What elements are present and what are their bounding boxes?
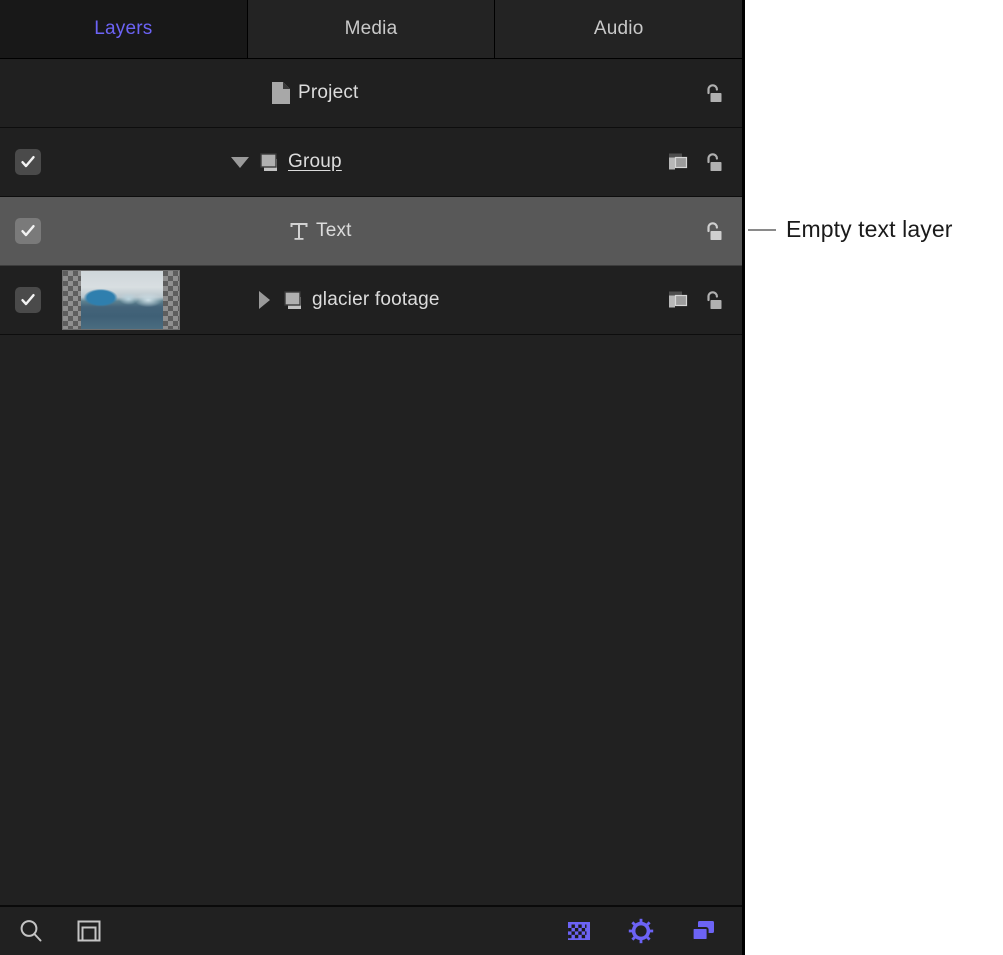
bottom-bar-right-group <box>564 916 726 946</box>
tab-audio[interactable]: Audio <box>495 0 742 58</box>
gear-icon[interactable] <box>626 916 656 946</box>
chevron-down-icon <box>231 157 249 168</box>
layer-name-label[interactable]: glacier footage <box>312 289 440 311</box>
checkerboard-icon[interactable] <box>564 916 594 946</box>
screenshot-root: Layers Media Audio <box>0 0 1003 955</box>
row-actions <box>652 149 742 175</box>
glacier-thumbnail <box>62 270 180 330</box>
annotation-label: Empty text layer <box>776 216 953 243</box>
lock-icon[interactable] <box>700 218 726 244</box>
visibility-cell <box>0 149 56 175</box>
annotation-leader-line <box>748 229 776 231</box>
disclosure-triangle-expanded[interactable] <box>226 157 254 168</box>
group-icon <box>254 150 288 174</box>
chevron-right-icon <box>259 291 270 309</box>
mask-icon[interactable] <box>666 287 692 313</box>
row-actions <box>652 218 742 244</box>
layers-panel: Layers Media Audio <box>0 0 745 955</box>
panel-bottom-bar <box>0 905 742 955</box>
layer-list[interactable]: Project <box>0 59 742 905</box>
visibility-checkbox[interactable] <box>15 218 41 244</box>
panel-tab-bar: Layers Media Audio <box>0 0 742 59</box>
search-icon[interactable] <box>16 916 46 946</box>
thumbnail-image <box>81 271 163 329</box>
mask-icon[interactable] <box>666 149 692 175</box>
tab-layers-label: Layers <box>94 18 152 40</box>
annotation-callout: Empty text layer <box>748 216 953 243</box>
layer-name-label[interactable]: Text <box>316 220 352 242</box>
layer-name-cell: Group <box>56 150 652 174</box>
lock-icon[interactable] <box>700 287 726 313</box>
tab-media[interactable]: Media <box>248 0 496 58</box>
layer-name-cell: Project <box>56 81 652 105</box>
tab-layers[interactable]: Layers <box>0 0 248 58</box>
lock-icon[interactable] <box>700 149 726 175</box>
lock-icon[interactable] <box>700 80 726 106</box>
layer-row-group[interactable]: Group <box>0 128 742 197</box>
bottom-bar-left-group <box>16 916 104 946</box>
visibility-checkbox[interactable] <box>15 149 41 175</box>
mask-icon-spacer <box>666 218 692 244</box>
visibility-checkbox[interactable] <box>15 287 41 313</box>
row-actions <box>652 287 742 313</box>
tab-audio-label: Audio <box>594 18 644 40</box>
text-t-icon <box>282 219 316 243</box>
layer-name-label[interactable]: Group <box>288 151 342 173</box>
visibility-cell <box>0 287 56 313</box>
layer-row-glacier-footage[interactable]: glacier footage <box>0 266 742 335</box>
layer-name-label: Project <box>298 82 359 104</box>
mask-icon-spacer <box>666 80 692 106</box>
layer-name-cell: glacier footage <box>180 288 652 312</box>
layout-icon[interactable] <box>74 916 104 946</box>
tab-media-label: Media <box>345 18 398 40</box>
thumbnail-cell <box>56 270 180 330</box>
group-icon <box>278 288 312 312</box>
document-icon <box>264 81 298 105</box>
layer-row-text[interactable]: Text <box>0 197 742 266</box>
layer-name-cell: Text <box>56 219 652 243</box>
disclosure-triangle-collapsed[interactable] <box>250 291 278 309</box>
row-actions <box>652 80 742 106</box>
layer-row-project[interactable]: Project <box>0 59 742 128</box>
layers-stack-icon[interactable] <box>688 916 718 946</box>
visibility-cell <box>0 218 56 244</box>
